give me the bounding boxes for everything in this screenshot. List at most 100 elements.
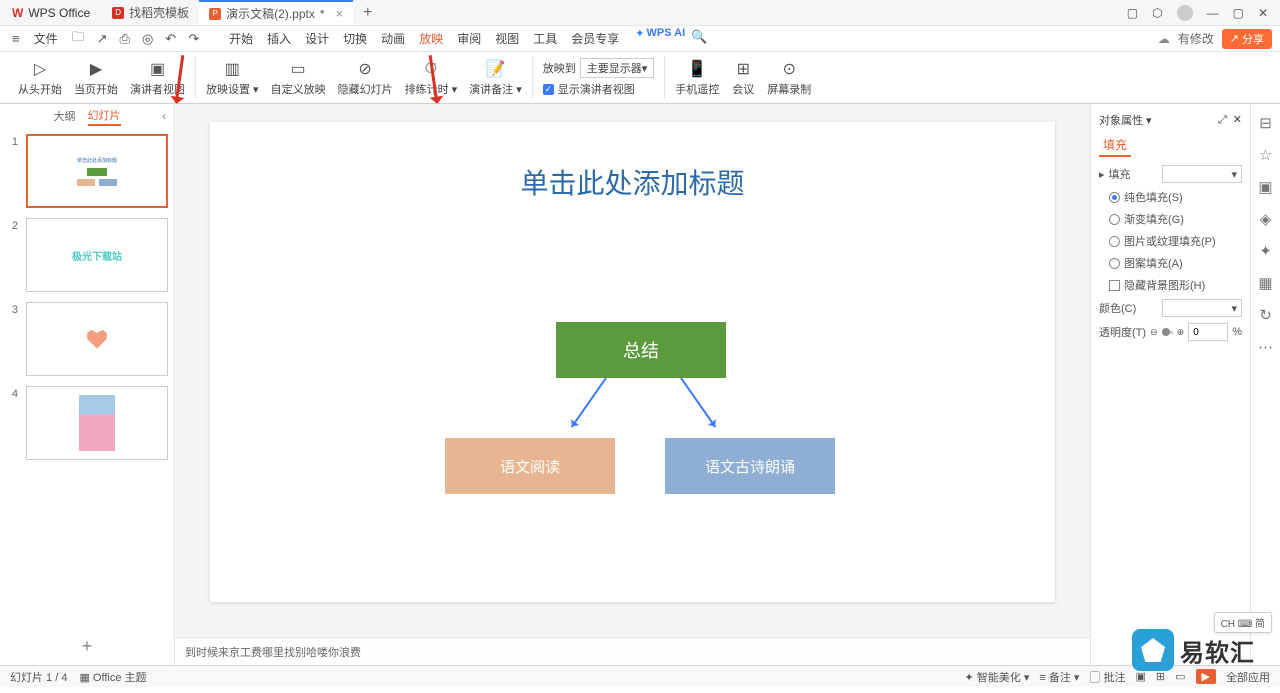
slide-thumb-1[interactable]: 单击此处添加标题 <box>26 134 168 208</box>
radio-solid[interactable] <box>1109 192 1120 203</box>
view-sorter-icon[interactable]: ⊞ <box>1156 670 1165 683</box>
smart-beautify[interactable]: ✦ 智能美化 ▾ <box>965 669 1030 685</box>
connector-1[interactable] <box>571 377 607 427</box>
pin-icon[interactable]: ⤢ <box>1218 114 1227 126</box>
wps-logo-icon: W <box>12 6 23 20</box>
close-icon[interactable]: ✕ <box>1233 114 1242 126</box>
close-icon[interactable]: ✕ <box>1258 6 1268 20</box>
tab-template[interactable]: D 找稻壳模板 <box>102 0 199 25</box>
slide-canvas[interactable]: 单击此处添加标题 总结 语文阅读 语文古诗朗诵 <box>210 122 1055 602</box>
cube-icon[interactable]: ⬡ <box>1152 6 1162 20</box>
file-menu[interactable]: 文件 <box>28 27 64 50</box>
tool-settings-icon[interactable]: ⊟ <box>1259 114 1272 132</box>
label-color: 颜色(C) <box>1099 300 1136 316</box>
shape-summary[interactable]: 总结 <box>556 322 726 378</box>
tab-slideshow[interactable]: 放映 <box>413 27 449 50</box>
presenter-view-button[interactable]: ▣演讲者视图 <box>126 57 189 99</box>
tool-wrench-icon[interactable]: ✦ <box>1259 242 1272 260</box>
doc-icon: D <box>112 7 124 19</box>
tab-review[interactable]: 审阅 <box>451 27 487 50</box>
save-icon[interactable]: 🗀 <box>68 26 89 52</box>
close-icon[interactable]: × <box>336 6 344 21</box>
presenter-icon: ▣ <box>148 59 168 79</box>
slide-number: 4 <box>6 386 18 460</box>
fill-preset-combo[interactable]: ▾ <box>1162 165 1242 183</box>
tab-design[interactable]: 设计 <box>299 27 335 50</box>
collapse-icon[interactable]: ‹ <box>162 109 166 123</box>
radio-pattern[interactable] <box>1109 258 1120 269</box>
custom-slideshow-button[interactable]: ▭自定义放映 <box>267 57 330 99</box>
print-icon[interactable]: ⎙ <box>116 29 134 49</box>
section-fill-label: 填充 <box>1109 166 1131 182</box>
shape-poem[interactable]: 语文古诗朗诵 <box>665 438 835 494</box>
checkbox-hidebg[interactable] <box>1109 280 1120 291</box>
from-current-button[interactable]: ▶当页开始 <box>70 57 122 99</box>
modified-status: 有修改 <box>1178 30 1214 47</box>
tab-tools[interactable]: 工具 <box>527 27 563 50</box>
shape-reading[interactable]: 语文阅读 <box>445 438 615 494</box>
tool-arrow-icon[interactable]: ↻ <box>1259 306 1272 324</box>
screen-record-button[interactable]: ⊙屏幕录制 <box>763 57 815 99</box>
tab-transition[interactable]: 切换 <box>337 27 373 50</box>
undo-icon[interactable]: ↶ <box>161 29 180 49</box>
slide-number: 3 <box>6 302 18 376</box>
phone-remote-button[interactable]: 📱手机遥控 <box>671 57 723 99</box>
minimize-icon[interactable]: — <box>1207 6 1219 20</box>
export-icon[interactable]: ↗ <box>93 29 112 49</box>
theme-label[interactable]: ▦ Office 主题 <box>79 669 146 685</box>
slide-thumb-4[interactable] <box>26 386 168 460</box>
opacity-input[interactable] <box>1188 323 1228 341</box>
rehearse-timing-button[interactable]: ⏱排练计时 ▾ <box>401 57 462 99</box>
tool-star-icon[interactable]: ☆ <box>1259 146 1272 164</box>
opacity-slider[interactable] <box>1162 331 1173 334</box>
share-button[interactable]: ↗分享 <box>1222 29 1272 49</box>
hide-slide-button[interactable]: ⊘隐藏幻灯片 <box>334 57 397 99</box>
ai-icon: ✦ <box>635 27 644 50</box>
pct-label: % <box>1232 326 1242 338</box>
notes-pane[interactable]: 到时候来京工费哪里找别哈喽你浪费 <box>175 637 1090 665</box>
tool-clip-icon[interactable]: ▦ <box>1258 274 1272 292</box>
from-start-button[interactable]: ▷从头开始 <box>14 57 66 99</box>
meeting-button[interactable]: ⊞会议 <box>727 57 759 99</box>
outline-tab[interactable]: 大纲 <box>54 108 76 124</box>
tab-view[interactable]: 视图 <box>489 27 525 50</box>
slide-title[interactable]: 单击此处添加标题 <box>210 162 1055 202</box>
slide-thumb-3[interactable] <box>26 302 168 376</box>
tab-document[interactable]: P 演示文稿(2).pptx * × <box>199 0 353 25</box>
radio-picture[interactable] <box>1109 236 1120 247</box>
radio-gradient[interactable] <box>1109 214 1120 225</box>
slides-tab[interactable]: 幻灯片 <box>88 107 121 126</box>
slide-thumb-2[interactable]: 极光下载站 <box>26 218 168 292</box>
tool-palette-icon[interactable]: ◈ <box>1260 210 1272 228</box>
tab-animation[interactable]: 动画 <box>375 27 411 50</box>
comments-toggle[interactable]: ▢ 批注 <box>1089 669 1125 685</box>
tab-insert[interactable]: 插入 <box>261 27 297 50</box>
view-slideshow-icon[interactable]: ▶ <box>1196 669 1216 684</box>
slideshow-settings-button[interactable]: ▥放映设置 ▾ <box>202 57 263 99</box>
add-tab-button[interactable]: + <box>353 4 382 22</box>
view-reading-icon[interactable]: ▭ <box>1175 670 1185 683</box>
wps-ai-button[interactable]: WPS AI <box>646 27 685 50</box>
box-icon[interactable]: ▢ <box>1127 6 1138 20</box>
view-normal-icon[interactable]: ▣ <box>1136 670 1146 683</box>
tab-wps-home[interactable]: W WPS Office <box>0 0 102 25</box>
add-slide-button[interactable]: + <box>0 628 174 665</box>
tab-start[interactable]: 开始 <box>223 27 259 50</box>
cloud-icon: ☁ <box>1158 32 1170 46</box>
tool-layers-icon[interactable]: ▣ <box>1258 178 1272 196</box>
notes-toggle[interactable]: ≡ 备注 ▾ <box>1039 669 1079 685</box>
redo-icon[interactable]: ↷ <box>184 29 203 49</box>
menu-icon[interactable]: ≡ <box>8 29 24 48</box>
checkbox-presenter[interactable]: ✓ <box>543 84 554 95</box>
display-combo[interactable]: 主要显示器▾ <box>580 58 655 78</box>
tool-more-icon[interactable]: ⋯ <box>1258 338 1273 356</box>
avatar-icon[interactable] <box>1177 5 1193 21</box>
tab-member[interactable]: 会员专享 <box>565 27 625 50</box>
connector-2[interactable] <box>680 377 716 427</box>
search-icon[interactable]: 🔍 <box>687 27 711 50</box>
color-combo[interactable]: ▾ <box>1162 299 1242 317</box>
speaker-notes-button[interactable]: 📝演讲备注 ▾ <box>465 57 526 99</box>
maximize-icon[interactable]: ▢ <box>1233 6 1244 20</box>
fill-tab[interactable]: 填充 <box>1099 134 1131 157</box>
preview-icon[interactable]: ◎ <box>138 29 157 49</box>
